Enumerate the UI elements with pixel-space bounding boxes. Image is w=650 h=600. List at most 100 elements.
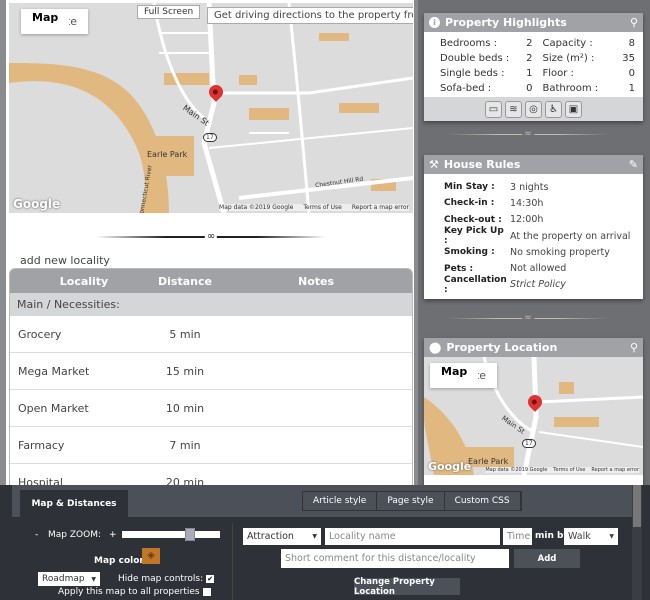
map-type-select[interactable]: Roadmap ▼	[38, 572, 100, 586]
location-pin-icon: ⬤	[429, 341, 442, 354]
map-type-map[interactable]: Map	[430, 363, 479, 380]
directions-input[interactable]: Get driving directions to the property f…	[207, 7, 413, 24]
highlight-item: Bathroom :1	[542, 82, 636, 94]
table-row[interactable]: Mega Market 15 min	[10, 353, 412, 390]
location-map[interactable]: Map Satellite Main St Earle Park 17 Goog…	[424, 357, 643, 475]
editor-panel: Map & Distances Article style Page style…	[0, 485, 650, 600]
sidebar: i Property Highlights ⚲ Bedrooms :2 Capa…	[418, 0, 650, 490]
map-type-map[interactable]: Map	[21, 9, 70, 26]
report-error-link[interactable]: Report a map error	[591, 467, 639, 473]
info-icon: i	[429, 17, 440, 28]
category-select[interactable]: Attraction ▼	[243, 528, 321, 545]
highlight-item: Size (m²) :35	[542, 52, 636, 64]
zoom-slider-handle[interactable]	[185, 528, 196, 541]
zoom-in-button[interactable]: +	[109, 530, 117, 540]
apply-all-checkbox[interactable]	[202, 587, 211, 596]
map-label-route: 17	[203, 133, 217, 142]
rule-item: Cancellation : Strict Policy	[444, 274, 566, 295]
map-color-label: Map color:	[94, 556, 148, 566]
panel-title: Property Location	[446, 341, 558, 354]
map-data-text: Map data ©2019 Google	[219, 204, 294, 211]
rule-item: Key Pick Up : At the property on arrival	[444, 226, 631, 247]
accessible-icon[interactable]: ♿	[545, 100, 562, 118]
zoom-out-button[interactable]: -	[35, 530, 38, 540]
map-label-earle-park: Earle Park	[147, 150, 188, 159]
col-distance: Distance	[158, 274, 212, 288]
property-map[interactable]: Main St Earle Park Chestnut Hill Rd Conn…	[9, 3, 413, 213]
tab-map-distances[interactable]: Map & Distances	[20, 490, 128, 517]
rule-item: Min Stay :3 nights	[444, 181, 549, 193]
locality-name: Mega Market	[18, 364, 90, 378]
property-location-panel: ⬤ Property Location ⚲ Map Satellite Main…	[424, 338, 643, 488]
hide-controls-checkbox[interactable]: ✔	[206, 574, 215, 583]
add-new-locality-link[interactable]: add new locality	[20, 254, 110, 267]
ornament-divider: ∞	[448, 313, 608, 323]
lifebuoy-icon[interactable]: ◎	[525, 100, 542, 118]
locality-name-input[interactable]: Locality name	[325, 528, 500, 545]
panel-header: ⚒ House Rules ✎	[424, 155, 643, 174]
add-button[interactable]: Add	[514, 549, 580, 568]
table-row[interactable]: Farmacy 7 min	[10, 427, 412, 464]
locality-name: Open Market	[18, 401, 89, 415]
tab-page-style[interactable]: Page style	[377, 492, 445, 510]
map-footer: Map data ©2019 Google Terms of Use Repor…	[219, 204, 409, 211]
table-row[interactable]: Open Market 10 min	[10, 390, 412, 427]
picture-icon[interactable]: ▣	[565, 100, 582, 118]
distances-table: Locality Distance Notes Main / Necessiti…	[9, 268, 413, 490]
panel-header: i Property Highlights ⚲	[424, 13, 643, 32]
highlight-item: Sofa-bed :0	[440, 82, 533, 94]
section-header: Main / Necessities:	[10, 293, 412, 316]
table-row[interactable]: Grocery 5 min	[10, 316, 412, 353]
google-logo: Google	[13, 197, 61, 211]
highlight-item: Double beds :2	[440, 52, 533, 64]
chevron-down-icon: ▼	[312, 533, 317, 540]
edit-icon[interactable]: ✎	[629, 158, 638, 171]
panel-header: ⬤ Property Location ⚲	[424, 338, 643, 357]
tab-article-style[interactable]: Article style	[303, 492, 378, 510]
tv-icon[interactable]: ▭	[485, 100, 502, 118]
search-icon[interactable]: ⚲	[630, 16, 638, 29]
scrollbar-thumb[interactable]	[633, 485, 641, 527]
panel-title: House Rules	[443, 158, 521, 171]
house-rules-panel: ⚒ House Rules ✎ Min Stay :3 nights Check…	[424, 155, 643, 300]
gavel-icon: ⚒	[429, 158, 439, 171]
highlight-item: Single beds :1	[440, 67, 533, 79]
tab-custom-css[interactable]: Custom CSS	[444, 492, 521, 510]
wifi-icon[interactable]: ≋	[505, 100, 522, 118]
property-highlights-panel: i Property Highlights ⚲ Bedrooms :2 Capa…	[424, 13, 643, 121]
col-locality: Locality	[59, 274, 109, 288]
ornament-divider: ∞	[448, 129, 608, 139]
map-type-control: Map Satellite	[21, 9, 89, 34]
terms-link[interactable]: Terms of Use	[303, 204, 341, 211]
highlights-grid: Bedrooms :2 Capacity :8 Double beds :2 S…	[424, 32, 643, 97]
rule-item: Check-in :14:30h	[444, 197, 544, 209]
table-header: Locality Distance Notes	[10, 269, 412, 293]
cancellation-policy-link[interactable]: Strict Policy	[510, 279, 566, 290]
search-icon[interactable]: ⚲	[630, 341, 638, 354]
google-logo: Google	[428, 460, 472, 473]
rule-item: Smoking : No smoking property	[444, 246, 610, 258]
transport-select[interactable]: Walk ▼	[564, 528, 618, 545]
map-color-button[interactable]: ◈	[142, 548, 160, 564]
comment-input[interactable]: Short comment for this distance/locality	[281, 549, 509, 568]
zoom-slider[interactable]	[122, 528, 220, 541]
amenities-bar: ▭ ≋ ◎ ♿ ▣	[424, 97, 643, 121]
full-screen-button[interactable]: Full Screen	[137, 5, 201, 19]
panel-title: Property Highlights	[445, 16, 567, 29]
terms-link[interactable]: Terms of Use	[553, 467, 585, 473]
highlight-item: Floor :0	[542, 67, 636, 79]
locality-name: Grocery	[18, 327, 62, 341]
col-notes: Notes	[297, 274, 335, 288]
divider	[232, 523, 233, 600]
map-type-control: Map Satellite	[430, 363, 498, 388]
locality-distance: 7 min	[169, 438, 201, 452]
scrollbar[interactable]	[632, 485, 642, 600]
apply-all-label: Apply this map to all properties	[58, 587, 211, 597]
time-input[interactable]: Time	[503, 528, 532, 545]
highlight-item: Capacity :8	[542, 37, 636, 49]
map-label-earle-park: Earle Park	[468, 457, 509, 466]
map-footer: Map data ©2019 Google Terms of Use Repor…	[485, 467, 639, 473]
report-error-link[interactable]: Report a map error	[352, 204, 409, 211]
change-location-button[interactable]: Change Property Location	[354, 577, 460, 597]
editor-tab-bar: Map & Distances Article style Page style…	[12, 485, 632, 517]
